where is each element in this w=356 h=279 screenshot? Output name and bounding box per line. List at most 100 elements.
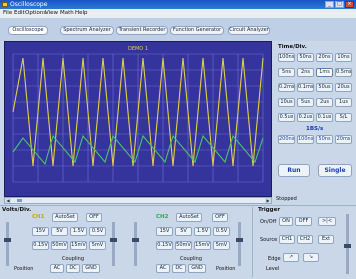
rate-100ns[interactable]: 100ns [297,135,314,144]
ch2-5mv[interactable]: 5mV [213,241,230,250]
trigger-on-button[interactable]: ON [279,217,293,226]
scroll-thumb[interactable] [17,199,22,202]
scroll-right-icon[interactable]: ▶ [265,198,271,203]
ch2-position-slider[interactable] [238,222,241,266]
time-10ns[interactable]: 10ns [335,53,352,62]
ch2-fine-knob[interactable] [132,238,139,242]
menu-math[interactable]: Math [60,10,74,16]
ch1-5v[interactable]: 5V [51,227,68,236]
ch1-15v[interactable]: 15V [32,227,49,236]
time-0-1ms[interactable]: 0.1ms [297,83,314,92]
ch2-position-knob[interactable] [236,238,243,242]
ch2-coupling-label: Coupling [180,256,203,262]
time-0-2us[interactable]: 0.2us [297,113,314,122]
menu-help[interactable]: Help [75,10,88,16]
ch2-off-button[interactable]: OFF [212,213,228,222]
time-5us[interactable]: 5us [297,98,314,107]
divider [0,205,356,206]
time-20us[interactable]: 20us [335,83,352,92]
tab-spectrum-analyzer[interactable]: Spectrum Analyzer [60,26,114,35]
time-5ns[interactable]: 5ns [278,68,295,77]
tab-circuit-analyzer[interactable]: Circuit Analyzer [228,26,270,35]
ch1-0-5v[interactable]: 0.5V [89,227,106,236]
run-button[interactable]: Run [278,164,310,177]
trigger-source-ext[interactable]: Ext [318,235,334,244]
time-1ms[interactable]: 1ms [316,68,333,77]
trigger-source-ch1[interactable]: CH1 [279,235,295,244]
trigger-source-ch2[interactable]: CH2 [297,235,313,244]
rate-50ns[interactable]: 50ns [316,135,333,144]
time-50us[interactable]: 50us [316,83,333,92]
trigger-title: Trigger [258,207,281,213]
ch1-50mv[interactable]: 50mV [51,241,68,250]
window-title: Oscilloscope [10,1,48,8]
time-div-title: Time/Div. [278,44,307,50]
scope-screen[interactable]: DEMO 1 [4,41,272,197]
ch1-label: CH1 [32,214,45,220]
ch1-fine-slider[interactable] [112,222,115,266]
time-2ns[interactable]: 2ns [297,68,314,77]
ch1-position-slider[interactable] [6,222,9,266]
ch2-autoset-button[interactable]: AutoSet [176,213,202,222]
single-button[interactable]: Single [318,164,352,177]
menu-view[interactable]: View [45,10,58,16]
ch1-0-15v[interactable]: 0.15V [32,241,49,250]
ch2-50mv[interactable]: 50mV [175,241,192,250]
menu-file[interactable]: File [3,10,12,16]
ch2-0-15v[interactable]: 0.15V [156,241,173,250]
trigger-off-button[interactable]: OFF [295,217,312,226]
scroll-left-icon[interactable]: ◀ [5,198,11,203]
ch1-ac-button[interactable]: AC [50,264,64,273]
time-10us[interactable]: 10us [278,98,295,107]
rising-edge-icon[interactable]: ↗ [283,253,299,262]
close-icon[interactable]: × [345,1,354,8]
ch2-0-5v[interactable]: 0.5V [213,227,230,236]
menu-edit[interactable]: Edit [14,10,25,16]
tab-oscilloscope[interactable]: Oscilloscope [8,26,48,35]
ch1-15mv[interactable]: 15mV [70,241,87,250]
ch2-gnd-button[interactable]: GND [188,264,206,273]
ch1-dc-button[interactable]: DC [66,264,80,273]
tab-function-generator[interactable]: Function Generator [170,26,224,35]
rate-20ms[interactable]: 20ms [335,135,352,144]
ch2-1-5v[interactable]: 1.5V [194,227,211,236]
tab-transient-recorder[interactable]: Transient Recorder [116,26,168,35]
time-0-5us[interactable]: 0.5us [278,113,295,122]
scope-display: DEMO 1 [12,46,264,183]
menu-options[interactable]: Options [25,10,46,16]
ch2-15v[interactable]: 15V [156,227,173,236]
ch1-position-label: Position [14,266,34,272]
minimize-icon[interactable]: _ [325,1,334,8]
time-0-5ms[interactable]: 0.5ms [335,68,352,77]
volts-div-title: Volts/Div. [2,207,32,213]
trigger-level-knob[interactable] [344,244,351,248]
time-2us[interactable]: 2us [316,98,333,107]
falling-edge-icon[interactable]: ↘ [303,253,319,262]
ch1-gnd-button[interactable]: GND [82,264,100,273]
time-100ns[interactable]: 100ns [278,53,295,62]
time-50ns[interactable]: 50ns [297,53,314,62]
time-1us[interactable]: 1us [335,98,352,107]
ch2-dc-button[interactable]: DC [172,264,186,273]
ch2-ac-button[interactable]: AC [156,264,170,273]
ch1-5mv[interactable]: 5mV [89,241,106,250]
time-0-1us[interactable]: 0.1us [316,113,333,122]
ch2-15mv[interactable]: 15mV [194,241,211,250]
trigger-level-label: Level [266,266,280,272]
screen-scrollbar[interactable]: ◀ ▶ [4,197,272,204]
time-s-l[interactable]: S/L [335,113,352,122]
time-0-2ms[interactable]: 0.2ms [278,83,295,92]
time-20ns[interactable]: 20ns [316,53,333,62]
trigger-mode-icon[interactable]: >|< [318,217,336,226]
ch2-fine-slider[interactable] [134,222,137,266]
ch1-position-knob[interactable] [4,238,11,242]
sample-rate-label: 1BS/s [306,126,324,132]
maximize-icon[interactable]: □ [335,1,344,8]
trigger-divider [252,207,253,277]
ch1-autoset-button[interactable]: AutoSet [52,213,78,222]
ch1-fine-knob[interactable] [110,238,117,242]
rate-200ns[interactable]: 200ns [278,135,295,144]
ch1-1-5v[interactable]: 1.5V [70,227,87,236]
ch1-off-button[interactable]: OFF [86,213,102,222]
ch2-5v[interactable]: 5V [175,227,192,236]
